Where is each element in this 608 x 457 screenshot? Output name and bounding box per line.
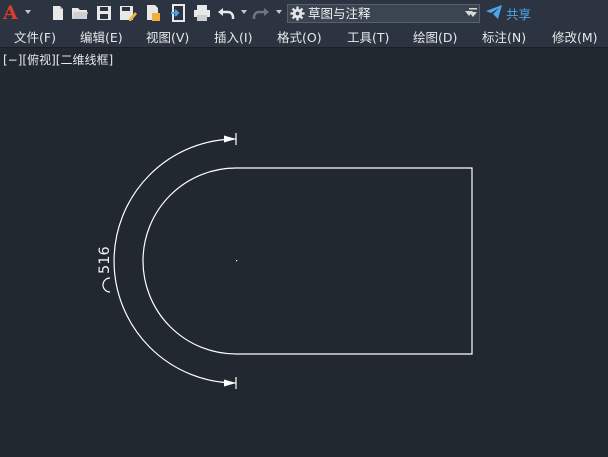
workspace-selector[interactable]: 草图与注释 (287, 4, 480, 23)
arc-dimension-line (113, 138, 237, 384)
dimension-text: 516 (97, 246, 113, 274)
menu-file[interactable]: 文件(F) (14, 29, 56, 46)
drawing-canvas[interactable]: [−][俯视][二维线框] (0, 48, 608, 457)
share-label: 共享 (506, 7, 532, 22)
save-icon[interactable] (94, 3, 114, 23)
menu-edit[interactable]: 编辑(E) (80, 29, 123, 46)
undo-icon[interactable] (216, 3, 236, 23)
menu-modify[interactable]: 修改(M) (552, 29, 598, 46)
menu-dimension[interactable]: 标注(N) (482, 29, 526, 46)
dimension-arrow-bottom (224, 379, 236, 387)
menu-format[interactable]: 格式(O) (277, 29, 322, 46)
redo-icon[interactable] (251, 3, 271, 23)
publish-icon[interactable] (143, 3, 163, 23)
menu-view[interactable]: 视图(V) (146, 29, 189, 46)
menu-tools[interactable]: 工具(T) (347, 29, 389, 46)
app-menu-caret-icon[interactable] (25, 10, 31, 14)
share-button[interactable]: 共享 (486, 4, 531, 23)
customize-toolbar-icon[interactable] (467, 3, 479, 23)
app-logo-icon[interactable]: A (3, 2, 21, 24)
menu-bar: 文件(F) 编辑(E) 视图(V) 插入(I) 格式(O) 工具(T) 绘图(D… (0, 27, 608, 48)
gear-icon (290, 6, 305, 25)
open-icon[interactable] (70, 3, 90, 23)
paper-plane-icon (486, 4, 502, 23)
shape-outline (142, 167, 473, 355)
new-icon[interactable] (48, 3, 68, 23)
menu-draw[interactable]: 绘图(D) (413, 29, 457, 46)
redo-dropdown-icon[interactable] (276, 10, 282, 14)
workspace-label: 草图与注释 (308, 6, 371, 21)
export-icon[interactable] (168, 3, 188, 23)
menu-insert[interactable]: 插入(I) (214, 29, 252, 46)
center-point (236, 260, 238, 262)
undo-dropdown-icon[interactable] (241, 10, 247, 14)
quick-access-toolbar: A 草图与注释 共享 (0, 0, 608, 27)
print-icon[interactable] (192, 3, 212, 23)
arc-length-symbol-icon (102, 277, 111, 293)
save-as-icon[interactable] (118, 3, 138, 23)
viewport-controls-label[interactable]: [−][俯视][二维线框] (3, 52, 113, 68)
dimension-arrow-top (224, 135, 236, 143)
